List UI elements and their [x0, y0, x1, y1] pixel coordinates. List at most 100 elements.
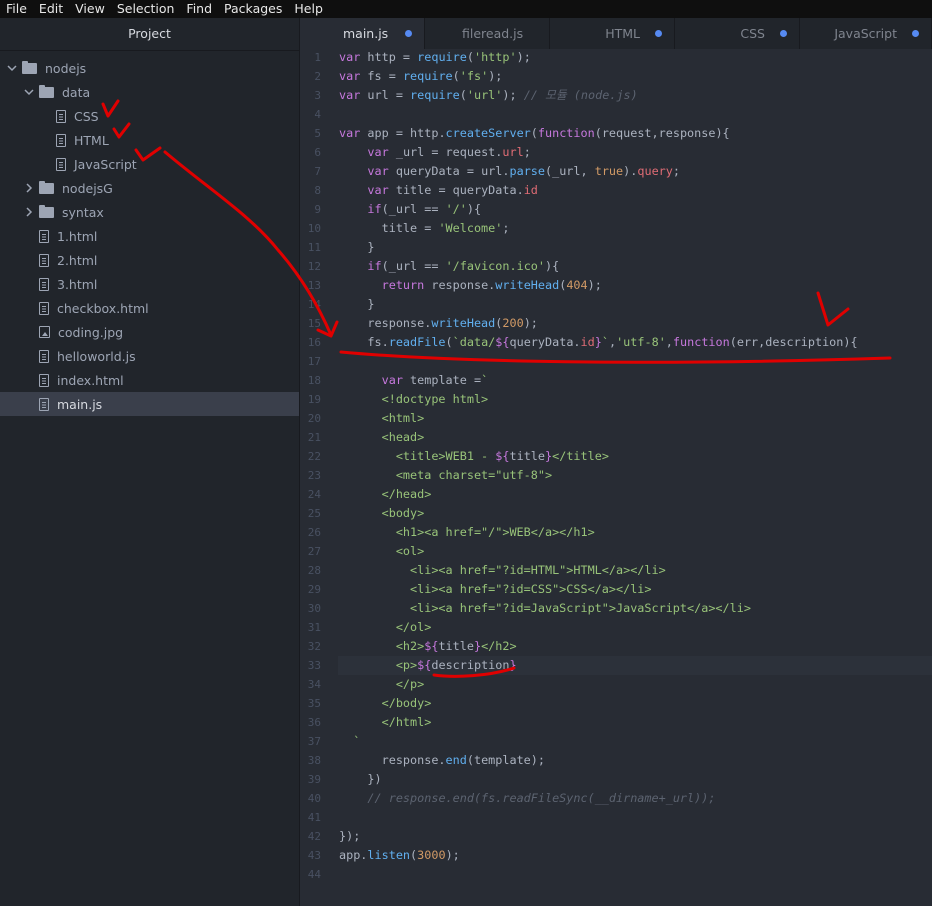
file-text-icon: [39, 397, 49, 411]
line-number: 1: [314, 51, 321, 64]
tab-javascript[interactable]: JavaScript: [800, 18, 932, 49]
code-line: </html>: [339, 715, 432, 729]
code-line: var url = require('url'); // 모듈 (node.js…: [339, 88, 638, 102]
line-number: 40: [307, 792, 321, 805]
folder-icon: [39, 84, 54, 98]
tab-html[interactable]: HTML: [550, 18, 675, 49]
tab-bar: main.js fileread.js HTML CSS JavaScript: [300, 18, 932, 49]
line-number: 26: [307, 526, 321, 539]
folder-icon: [22, 60, 37, 74]
tree-item-index-html[interactable]: index.html: [0, 368, 299, 392]
menu-packages[interactable]: Packages: [218, 0, 288, 18]
tree-item-label: helloworld.js: [57, 348, 136, 364]
code-line: <ol>: [339, 544, 425, 558]
file-text-icon: [56, 109, 66, 123]
code-line: <li><a href="?id=JavaScript">JavaScript<…: [339, 601, 751, 615]
tree-item-label: nodejsG: [62, 180, 113, 196]
code-line: </body>: [339, 696, 432, 710]
line-number: 43: [307, 849, 321, 862]
menu-edit[interactable]: Edit: [33, 0, 69, 18]
file-text-icon: [56, 157, 66, 171]
line-number: 12: [307, 260, 321, 273]
image-file-icon: [39, 326, 50, 338]
line-number: 14: [307, 298, 321, 311]
tree-item-label: syntax: [62, 204, 104, 220]
line-number: 15: [307, 317, 321, 330]
tab-fileread-js[interactable]: fileread.js: [425, 18, 550, 49]
code-line: <li><a href="?id=CSS">CSS</a></li>: [339, 582, 652, 596]
code-line: <li><a href="?id=HTML">HTML</a></li>: [339, 563, 666, 577]
tab-label: HTML: [605, 26, 640, 41]
tree-item-label: data: [62, 84, 91, 100]
menu-help[interactable]: Help: [288, 0, 329, 18]
chevron-down-icon: [6, 63, 18, 73]
menu-view[interactable]: View: [69, 0, 111, 18]
tab-label: JavaScript: [834, 26, 897, 41]
code-line: <h1><a href="/">WEB</a></h1>: [339, 525, 595, 539]
tab-main-js[interactable]: main.js: [300, 18, 425, 49]
file-text-icon: [39, 253, 49, 267]
tab-label: CSS: [740, 26, 765, 41]
tree-item-syntax[interactable]: syntax: [0, 200, 299, 224]
line-number: 33: [307, 659, 321, 672]
code-line: var title = queryData.id: [367, 183, 538, 197]
tree-item-main-js[interactable]: main.js: [0, 392, 299, 416]
code-line: response.end(template);: [339, 753, 545, 767]
tree-item-3-html[interactable]: 3.html: [0, 272, 299, 296]
code-line: // response.end(fs.readFileSync(__dirnam…: [367, 791, 716, 805]
tree-item-label: HTML: [74, 132, 109, 148]
menu-selection[interactable]: Selection: [111, 0, 181, 18]
tree-item-data[interactable]: data: [0, 80, 299, 104]
line-number: 34: [307, 678, 321, 691]
code-line: `: [339, 734, 361, 748]
code-line: fs.readFile(`data/${queryData.id}`,'utf-…: [339, 335, 858, 349]
tree-item-nodejs[interactable]: nodejs: [0, 56, 299, 80]
tree-item-checkbox-html[interactable]: checkbox.html: [0, 296, 299, 320]
modified-indicator-icon: [912, 30, 919, 37]
tree-item-label: 2.html: [57, 252, 98, 268]
tree-item-2-html[interactable]: 2.html: [0, 248, 299, 272]
code-line: response.writeHead(200);: [339, 316, 538, 330]
line-number: 6: [314, 146, 321, 159]
tab-css[interactable]: CSS: [675, 18, 800, 49]
tree-item-css[interactable]: CSS: [0, 104, 299, 128]
line-number: 44: [307, 868, 321, 881]
code-line: }): [339, 772, 382, 786]
tree-item-nodejsg[interactable]: nodejsG: [0, 176, 299, 200]
line-number: 7: [314, 165, 321, 178]
code-editor[interactable]: 1 2 3 4 5 6 7 8 9 10 11 12 13 14 15 16 17 18 19 20 21 22 23 24 2…: [300, 49, 932, 906]
line-number: 31: [307, 621, 321, 634]
line-number: 22: [307, 450, 321, 463]
line-number: 37: [307, 735, 321, 748]
line-number: 41: [307, 811, 321, 824]
code-line: }: [339, 240, 375, 254]
line-number: 3: [314, 89, 321, 102]
tree-item-javascript[interactable]: JavaScript: [0, 152, 299, 176]
menu-bar: File Edit View Selection Find Packages Help: [0, 0, 932, 18]
line-number: 29: [307, 583, 321, 596]
menu-file[interactable]: File: [0, 0, 33, 18]
line-number: 32: [307, 640, 321, 653]
code-line: var queryData = url.parse(_url, true).qu…: [367, 164, 680, 178]
tree-item-1-html[interactable]: 1.html: [0, 224, 299, 248]
line-number: 19: [307, 393, 321, 406]
tree-item-label: nodejs: [45, 60, 87, 76]
code-line: }: [339, 297, 375, 311]
line-number: 13: [307, 279, 321, 292]
line-number: 2: [314, 70, 321, 83]
line-number: 4: [314, 108, 321, 121]
code-line: if(_url == '/favicon.ico'){: [367, 259, 560, 273]
code-line: if(_url == '/'){: [367, 202, 482, 216]
chevron-right-icon: [23, 183, 35, 193]
tree-item-label: main.js: [57, 396, 103, 412]
tree-item-helloworld-js[interactable]: helloworld.js: [0, 344, 299, 368]
tab-label: fileread.js: [462, 26, 524, 41]
code-line: <head>: [339, 430, 425, 444]
code-line: <meta charset="utf-8">: [339, 468, 553, 482]
menu-find[interactable]: Find: [180, 0, 218, 18]
line-number: 10: [307, 222, 321, 235]
tree-item-html[interactable]: HTML: [0, 128, 299, 152]
tree-item-coding-jpg[interactable]: coding.jpg: [0, 320, 299, 344]
chevron-down-icon: [23, 87, 35, 97]
line-number: 24: [307, 488, 321, 501]
